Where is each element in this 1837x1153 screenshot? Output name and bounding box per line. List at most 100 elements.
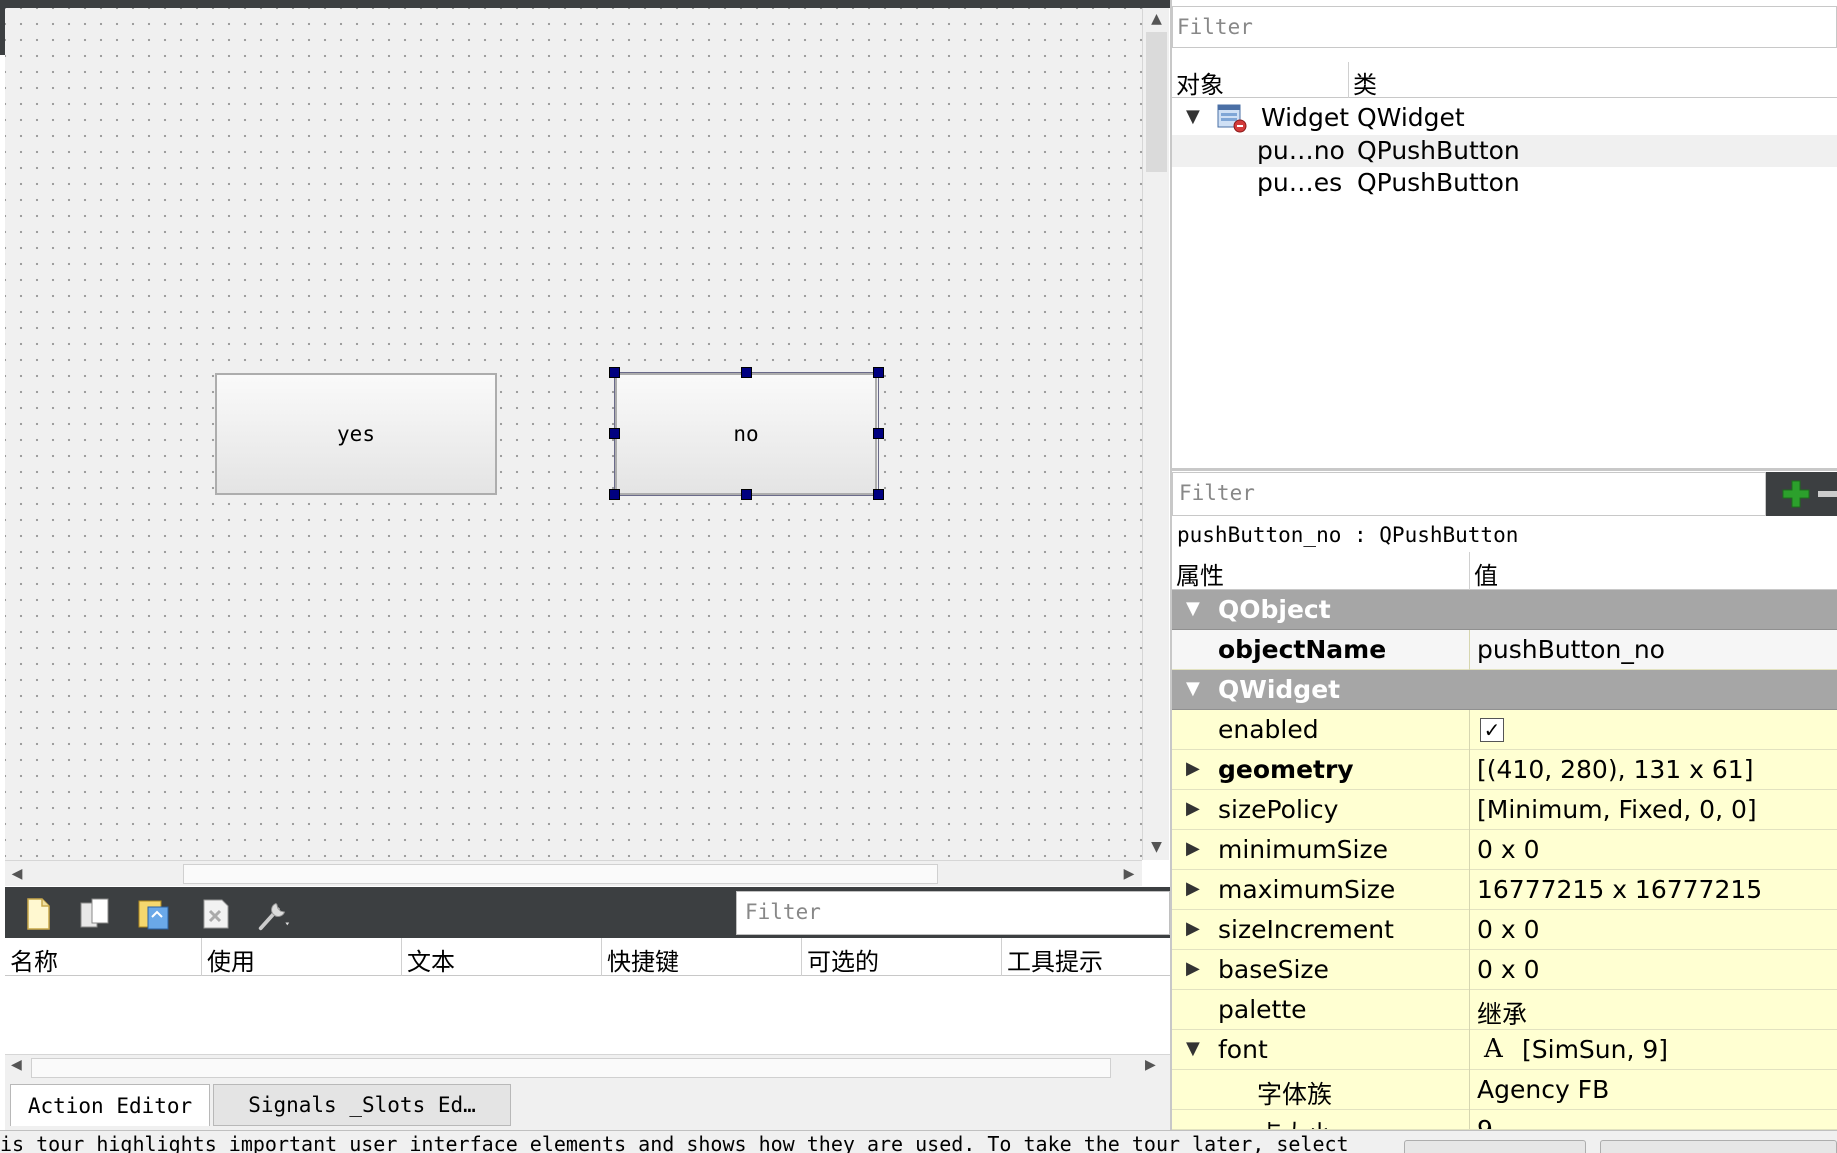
column-object[interactable]: 对象	[1172, 62, 1349, 99]
enabled-checkbox[interactable]: ✓	[1480, 718, 1504, 742]
canvas-horizontal-scrollbar[interactable]: ◀ ▶	[5, 860, 1142, 886]
expand-arrow-icon[interactable]: ▶	[1186, 878, 1200, 899]
property-value-minimumsize[interactable]: 0 x 0	[1477, 835, 1540, 864]
property-row-font[interactable]: ▼ font A [SimSun, 9]	[1172, 1030, 1837, 1070]
action-table-scroll-thumb[interactable]	[31, 1058, 1111, 1078]
resize-handle-bottom-left[interactable]	[609, 489, 620, 500]
action-table-horizontal-scrollbar[interactable]: ▶ ◀	[5, 1054, 1170, 1080]
column-divider	[1469, 710, 1470, 750]
property-value-point-size[interactable]: 9	[1477, 1115, 1493, 1129]
scroll-left-arrow-icon[interactable]: ◀	[5, 861, 29, 887]
bottom-tab-bar: Action Editor Signals _Slots Ed…	[5, 1080, 1170, 1130]
property-row-maximumsize[interactable]: ▶ maximumSize 16777215 x 16777215	[1172, 870, 1837, 910]
resize-handle-bottom-right[interactable]	[873, 489, 884, 500]
property-value-sizepolicy[interactable]: [Minimum, Fixed, 0, 0]	[1477, 795, 1757, 824]
tree-row-pushbutton-no[interactable]: pu…no QPushButton	[1172, 135, 1837, 167]
configure-action-icon[interactable]	[255, 895, 293, 933]
expand-arrow-icon[interactable]: ▶	[1186, 958, 1200, 979]
tour-message: is tour highlights important user interf…	[0, 1132, 1349, 1153]
property-value-sizeincrement[interactable]: 0 x 0	[1477, 915, 1540, 944]
resize-handle-top-left[interactable]	[609, 367, 620, 378]
property-row-basesize[interactable]: ▶ baseSize 0 x 0	[1172, 950, 1837, 990]
column-name[interactable]: 名称	[5, 938, 202, 976]
expand-arrow-icon[interactable]: ▶	[1186, 798, 1200, 819]
expand-arrow-icon[interactable]: ▼	[1186, 106, 1200, 127]
scroll-right-arrow-icon[interactable]: ▶	[1117, 861, 1141, 887]
expand-arrow-icon[interactable]: ▶	[1186, 838, 1200, 859]
copy-action-icon[interactable]	[77, 895, 115, 933]
property-row-enabled[interactable]: enabled ✓	[1172, 710, 1837, 750]
resize-handle-left[interactable]	[609, 428, 620, 439]
object-filter-input[interactable]: Filter	[1172, 6, 1837, 48]
form-canvas[interactable]: yes no	[5, 8, 1142, 860]
property-filter-input[interactable]: Filter	[1172, 472, 1766, 516]
tab-action-editor[interactable]: Action Editor	[10, 1084, 210, 1126]
remove-property-icon[interactable]	[1818, 491, 1837, 497]
property-value-font[interactable]: [SimSun, 9]	[1522, 1035, 1668, 1064]
vertical-scroll-thumb[interactable]	[1146, 32, 1167, 172]
scroll-up-arrow-icon[interactable]: ▲	[1143, 8, 1170, 30]
canvas-vertical-scrollbar[interactable]: ▲ ▼	[1142, 8, 1169, 860]
property-row-font-family[interactable]: 字体族 Agency FB	[1172, 1070, 1837, 1110]
tree-object-pushbutton-yes: pu…es	[1257, 168, 1343, 197]
inspector-splitter[interactable]	[1172, 468, 1837, 471]
tree-row-widget[interactable]: ▼ Widget QWidget	[1172, 102, 1837, 134]
property-name-enabled: enabled	[1218, 715, 1319, 744]
font-preview-icon: A	[1484, 1034, 1503, 1064]
tree-row-pushbutton-yes[interactable]: pu…es QPushButton	[1172, 167, 1837, 199]
property-value-font-family[interactable]: Agency FB	[1477, 1075, 1609, 1104]
group-qwidget[interactable]: ▼ QWidget	[1172, 670, 1837, 710]
property-name-sizepolicy: sizePolicy	[1218, 795, 1339, 824]
new-action-icon[interactable]	[19, 895, 57, 933]
column-class[interactable]: 类	[1349, 62, 1837, 99]
collapse-arrow-icon[interactable]: ▼	[1186, 598, 1200, 619]
tour-button-1[interactable]	[1404, 1140, 1586, 1153]
expand-arrow-icon[interactable]: ▶	[1186, 758, 1200, 779]
column-text[interactable]: 文本	[402, 938, 602, 976]
property-value-basesize[interactable]: 0 x 0	[1477, 955, 1540, 984]
property-row-objectname[interactable]: objectName pushButton_no	[1172, 630, 1837, 670]
action-table-body[interactable]	[5, 976, 1170, 1054]
selection-outline	[614, 372, 879, 496]
property-row-point-size[interactable]: 点大小 9	[1172, 1110, 1837, 1130]
scroll-down-arrow-icon[interactable]: ▼	[1143, 836, 1170, 858]
resize-handle-right[interactable]	[873, 428, 884, 439]
column-value[interactable]: 值	[1470, 552, 1837, 590]
column-shortcut[interactable]: 快捷键	[602, 938, 802, 976]
delete-action-icon[interactable]	[197, 895, 235, 933]
resize-handle-top-right[interactable]	[873, 367, 884, 378]
column-property[interactable]: 属性	[1172, 552, 1470, 590]
resize-handle-bottom[interactable]	[741, 489, 752, 500]
paste-action-icon[interactable]	[135, 895, 173, 933]
left-edge-strip	[0, 0, 5, 55]
property-value-palette[interactable]: 继承	[1477, 995, 1527, 1031]
collapse-arrow-icon[interactable]: ▼	[1186, 678, 1200, 699]
scroll-right-arrow-icon[interactable]: ▶	[1145, 1057, 1156, 1073]
column-divider	[1469, 830, 1470, 870]
add-property-icon[interactable]	[1780, 478, 1812, 514]
scroll-left-arrow-icon[interactable]: ◀	[11, 1057, 22, 1073]
property-row-sizeincrement[interactable]: ▶ sizeIncrement 0 x 0	[1172, 910, 1837, 950]
push-button-yes[interactable]: yes	[215, 373, 497, 495]
property-row-palette[interactable]: palette 继承	[1172, 990, 1837, 1030]
action-table-header: 名称 使用 文本 快捷键 可选的 工具提示	[5, 938, 1170, 976]
property-row-sizepolicy[interactable]: ▶ sizePolicy [Minimum, Fixed, 0, 0]	[1172, 790, 1837, 830]
resize-handle-top[interactable]	[741, 367, 752, 378]
horizontal-scroll-thumb[interactable]	[183, 864, 938, 884]
expand-arrow-icon[interactable]: ▶	[1186, 918, 1200, 939]
property-value-maximumsize[interactable]: 16777215 x 16777215	[1477, 875, 1762, 904]
tab-signals-slots-editor[interactable]: Signals _Slots Ed…	[213, 1084, 511, 1126]
action-filter-input[interactable]: Filter	[736, 891, 1170, 935]
tour-button-2[interactable]	[1600, 1140, 1837, 1153]
collapse-arrow-icon[interactable]: ▼	[1186, 1038, 1200, 1059]
column-tooltip[interactable]: 工具提示	[1002, 938, 1170, 976]
group-qobject[interactable]: ▼ QObject	[1172, 590, 1837, 630]
property-row-geometry[interactable]: ▶ geometry [(410, 280), 131 x 61]	[1172, 750, 1837, 790]
property-value-geometry[interactable]: [(410, 280), 131 x 61]	[1477, 755, 1753, 784]
column-used[interactable]: 使用	[202, 938, 402, 976]
property-value-objectname[interactable]: pushButton_no	[1477, 635, 1665, 664]
property-row-minimumsize[interactable]: ▶ minimumSize 0 x 0	[1172, 830, 1837, 870]
property-name-point-size: 点大小	[1257, 1115, 1332, 1129]
column-checkable[interactable]: 可选的	[802, 938, 1002, 976]
column-divider	[1469, 910, 1470, 950]
